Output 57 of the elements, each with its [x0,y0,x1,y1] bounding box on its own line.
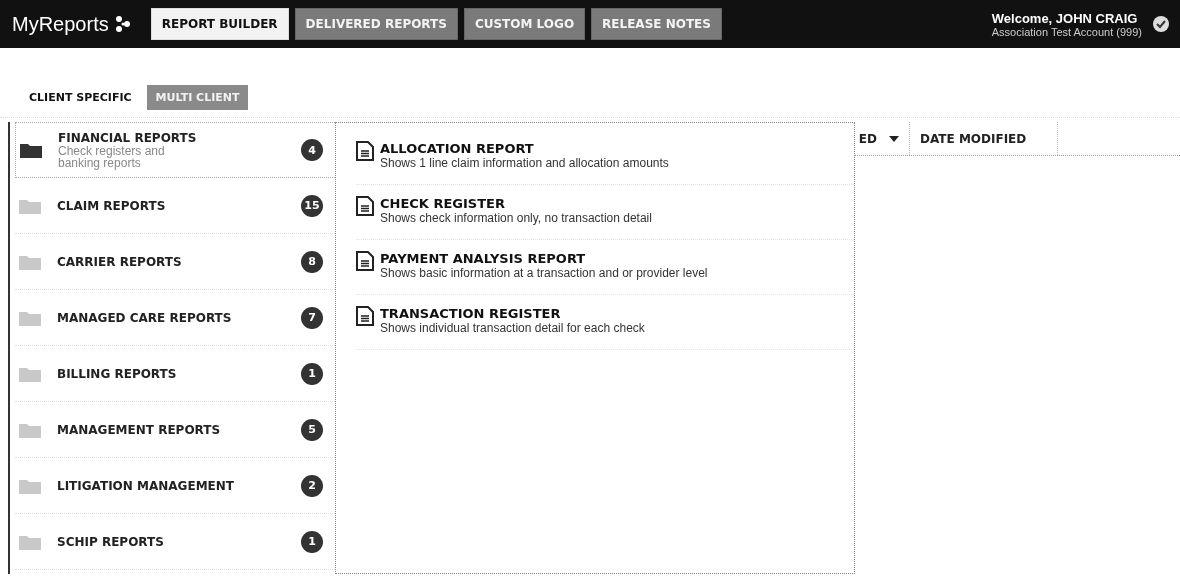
report-description: Shows check information only, no transaction detail [380,211,652,225]
report-description: Shows 1 line claim information and allocation amounts [380,156,669,170]
folder-icon [19,309,41,326]
count-badge: 7 [301,306,323,329]
category-item[interactable]: LITIGATION MANAGEMENT 2 [15,458,335,514]
document-icon [356,251,374,271]
column-header[interactable]: DATE MODIFIED [910,122,1058,155]
count-badge: 1 [301,530,323,553]
dots-logo-icon [114,15,131,33]
category-item[interactable]: BILLING REPORTS 1 [15,346,335,402]
count-badge: 4 [301,139,323,161]
category-name: CLAIM REPORTS [57,198,167,213]
check-circle-icon[interactable] [1152,15,1170,33]
report-description: Shows basic information at a transaction and or provider level [380,266,708,280]
category-item[interactable]: MANAGEMENT REPORTS 5 [15,402,335,458]
folder-icon [20,142,42,158]
nav-tab[interactable]: REPORT BUILDER [150,8,289,40]
account-name: Association Test Account (999) [991,25,1142,38]
nav-tab[interactable]: DELIVERED REPORTS [294,8,458,40]
category-item[interactable]: CLAIM REPORTS 15 [15,178,335,234]
category-name: MANAGED CARE REPORTS [57,310,233,325]
report-title[interactable]: ALLOCATION REPORT [380,141,669,156]
report-title[interactable]: CHECK REGISTER [380,196,652,211]
folder-icon [19,533,41,550]
count-badge: 5 [301,418,323,441]
folder-icon [19,253,41,270]
nav-tab[interactable]: RELEASE NOTES [591,8,722,40]
count-badge: 15 [301,194,323,217]
count-badge: 8 [301,250,323,273]
report-title[interactable]: TRANSACTION REGISTER [380,306,645,321]
count-badge: 2 [301,474,323,497]
report-title[interactable]: PAYMENT ANALYSIS REPORT [380,251,708,266]
welcome-text: Welcome, JOHN CRAIG [991,10,1139,26]
folder-icon [19,421,41,438]
category-name: SCHIP REPORTS [57,534,165,549]
column-header[interactable]: ED [858,131,877,146]
document-icon [356,306,374,326]
nav-tab[interactable]: CUSTOM LOGO [463,8,586,40]
category-item[interactable]: MANAGED CARE REPORTS 7 [15,290,335,346]
category-name: BILLING REPORTS [57,366,178,381]
document-icon [356,141,374,161]
folder-icon [19,365,41,382]
category-item[interactable]: FINANCIAL REPORTS Check registers and banking reports 4 [15,122,335,178]
category-item[interactable]: SCHIP REPORTS 1 [15,514,335,570]
category-name: MANAGEMENT REPORTS [57,422,222,437]
folder-icon [19,477,41,494]
report-description: Shows individual transaction detail for each check [380,321,645,335]
category-name: CARRIER REPORTS [57,254,183,269]
category-description: Check registers and banking reports [58,145,166,169]
category-name: LITIGATION MANAGEMENT [57,478,235,493]
count-badge: 1 [301,362,323,385]
folder-icon [19,197,41,214]
category-name: FINANCIAL REPORTS [58,131,198,145]
category-item[interactable]: CARRIER REPORTS 8 [15,234,335,290]
app-logo: MyReports [12,12,109,36]
document-icon [356,196,374,216]
caret-icon[interactable] [889,135,899,142]
